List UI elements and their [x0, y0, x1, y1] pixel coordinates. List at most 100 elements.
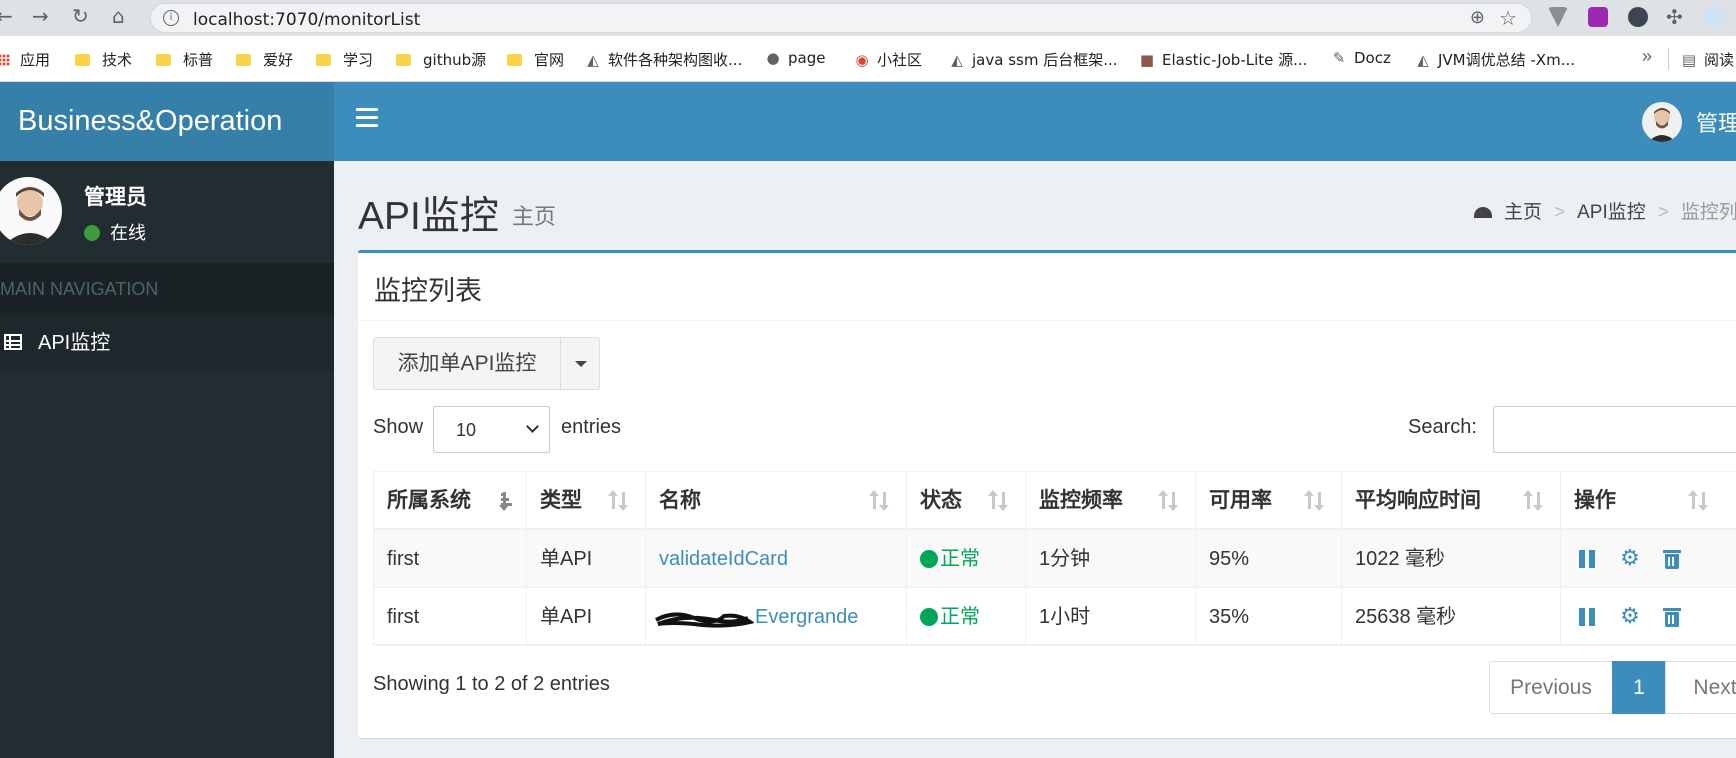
bookmark-link[interactable]: ◉ 小社区	[853, 49, 922, 70]
pagination-previous-button[interactable]: Previous	[1489, 661, 1613, 714]
trash-icon[interactable]	[1661, 606, 1683, 628]
pagination-page-1-button[interactable]: 1	[1612, 661, 1666, 714]
address-bar[interactable]: i localhost:7070/monitorList ⊕ ☆	[150, 3, 1532, 33]
column-header-name[interactable]: 名称	[646, 472, 907, 530]
sort-icon	[869, 490, 892, 512]
extension-weather-icon[interactable]	[1706, 7, 1726, 27]
table-cell: 1022 毫秒	[1342, 530, 1561, 588]
table-cell: 95%	[1196, 530, 1342, 588]
reading-list[interactable]: ▤ 阅读	[1680, 49, 1734, 70]
column-header-frequency[interactable]: 监控频率	[1026, 472, 1196, 530]
page-length-select[interactable]: 10	[433, 406, 550, 453]
sort-icon	[608, 490, 631, 512]
bookmark-folder[interactable]: 官网	[507, 49, 564, 70]
reading-list-icon: ▤	[1681, 51, 1697, 69]
status-badge: 正常	[940, 548, 980, 570]
table-cell: 1分钟	[1026, 530, 1196, 588]
extension-rp-icon[interactable]	[1588, 7, 1608, 27]
bookmark-link[interactable]: ◭ java ssm 后台框架...	[948, 49, 1117, 70]
zoom-icon[interactable]: ⊕	[1470, 7, 1485, 28]
breadcrumb-api-monitor[interactable]: API监控	[1577, 202, 1646, 223]
bookmark-folder[interactable]: 爱好	[236, 49, 293, 70]
search-label: Search:	[1408, 416, 1477, 438]
bookmark-apps[interactable]: 应用	[0, 49, 50, 70]
pause-icon[interactable]	[1577, 606, 1599, 628]
home-icon[interactable]: ⌂	[112, 4, 125, 28]
bookmark-folder[interactable]: 学习	[316, 49, 373, 70]
table-row-actions: ⚙	[1561, 530, 1736, 588]
back-icon[interactable]: ←	[0, 4, 13, 28]
top-navbar: 管理	[334, 82, 1736, 161]
avatar	[0, 177, 62, 245]
site-icon: ◭	[1417, 51, 1429, 69]
gear-icon[interactable]: ⚙	[1619, 548, 1641, 570]
extension-bug-icon[interactable]	[1628, 7, 1648, 27]
bookmark-link[interactable]: ■ Elastic-Job-Lite 源...	[1138, 49, 1308, 70]
sort-icon	[988, 490, 1011, 512]
column-header-type[interactable]: 类型	[527, 472, 646, 530]
column-header-actions[interactable]: 操作	[1561, 472, 1736, 530]
chevron-down-icon	[526, 420, 539, 433]
sort-icon	[1304, 490, 1327, 512]
monitor-name-link[interactable]: Evergrande	[755, 606, 858, 628]
site-info-icon[interactable]: i	[163, 10, 179, 26]
redaction-scribble	[655, 612, 754, 628]
sidebar: 管理员 在线 MAIN NAVIGATION API监控	[0, 161, 334, 758]
column-header-availability[interactable]: 可用率	[1196, 472, 1342, 530]
column-header-status[interactable]: 状态	[907, 472, 1026, 530]
bookmark-folder[interactable]: 标普	[156, 49, 213, 70]
bookmark-star-icon[interactable]: ☆	[1499, 6, 1517, 30]
sidebar-item-label: API监控	[38, 332, 111, 354]
bookmark-folder[interactable]: 技术	[75, 49, 132, 70]
sort-asc-icon	[490, 490, 512, 512]
bookmark-link[interactable]: ◭ 软件各种架构图收...	[584, 49, 742, 70]
bookmarks-overflow-button[interactable]: »	[1642, 46, 1652, 67]
folder-icon	[507, 54, 522, 66]
folder-icon	[236, 54, 251, 66]
site-icon: ◭	[587, 51, 599, 69]
table-cell: first	[374, 588, 527, 646]
page-title: API监控	[358, 195, 499, 238]
bookmark-link[interactable]: ◭ JVM调优总结 -Xm...	[1414, 49, 1575, 70]
url-text[interactable]: localhost:7070/monitorList	[193, 10, 420, 30]
sidebar-toggle-icon[interactable]	[356, 108, 378, 128]
column-header-system[interactable]: 所属系统	[374, 472, 527, 530]
length-entries-label: entries	[561, 416, 622, 438]
page-length-value: 10	[456, 420, 477, 440]
site-icon: ◭	[951, 51, 963, 69]
monitor-table: 所属系统 类型 名称 状态 监控频率 可用率 平均响应时间 操作 first 单…	[373, 471, 1736, 646]
top-user-name[interactable]: 管理	[1696, 106, 1736, 138]
extension-v-icon[interactable]	[1548, 7, 1568, 27]
box-divider	[358, 320, 1736, 321]
folder-icon	[396, 54, 411, 66]
add-monitor-dropdown-toggle[interactable]	[560, 337, 600, 390]
brand-logo[interactable]: Business&Operation	[0, 82, 334, 161]
gear-icon[interactable]: ⚙	[1619, 606, 1641, 628]
extensions-puzzle-icon[interactable]: ✣	[1666, 5, 1683, 29]
bookmarks-bar: 应用 技术 标普 爱好 学习 github源 官网 ◭ 软件各种架构图收... ●…	[0, 36, 1736, 82]
pause-icon[interactable]	[1577, 548, 1599, 570]
avatar[interactable]	[1642, 102, 1682, 142]
table-cell: validateIdCard	[646, 530, 907, 588]
monitor-name-link[interactable]: validateIdCard	[659, 548, 788, 570]
sort-icon	[1158, 490, 1181, 512]
table-cell: 单API	[527, 588, 646, 646]
bookmark-link[interactable]: ● page	[764, 49, 825, 67]
user-name: 管理员	[84, 186, 147, 209]
online-dot-icon	[84, 225, 100, 241]
folder-icon	[75, 54, 90, 66]
reload-icon[interactable]: ↻	[72, 4, 89, 28]
bookmark-link[interactable]: ✎ Docz	[1330, 49, 1391, 67]
trash-icon[interactable]	[1661, 548, 1683, 570]
bookmark-folder[interactable]: github源	[396, 49, 486, 70]
globe-icon: ●	[766, 49, 780, 67]
breadcrumb-home[interactable]: 主页	[1504, 202, 1542, 223]
column-header-avg-response[interactable]: 平均响应时间	[1342, 472, 1561, 530]
chrome-icon: ◉	[855, 51, 869, 69]
table-cell: first	[374, 530, 527, 588]
pagination-next-button[interactable]: Next	[1665, 661, 1736, 714]
forward-icon[interactable]: →	[32, 4, 49, 28]
add-single-api-monitor-button[interactable]: 添加单API监控	[373, 337, 561, 390]
sidebar-item-api-monitor[interactable]: API监控	[0, 315, 334, 371]
search-input[interactable]	[1493, 406, 1736, 453]
